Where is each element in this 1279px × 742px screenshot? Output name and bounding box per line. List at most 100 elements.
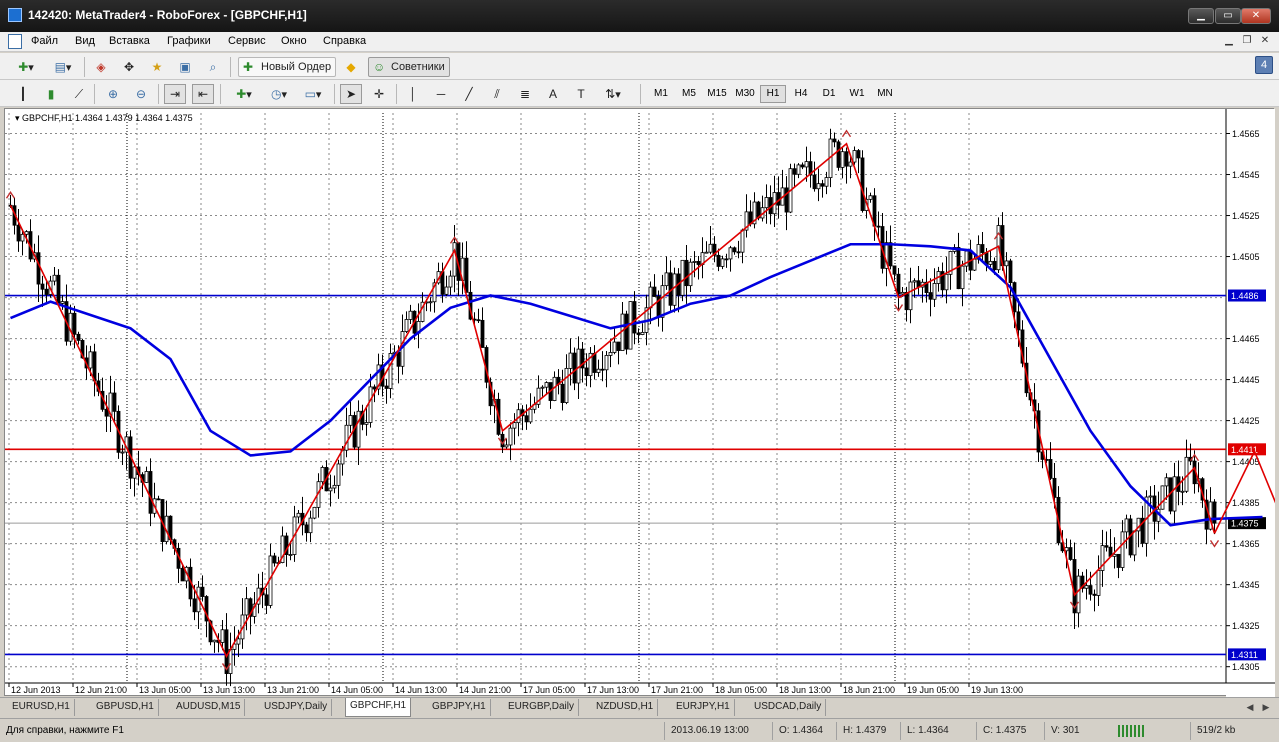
- text-tool-icon[interactable]: A: [542, 84, 564, 104]
- candle-body: [1068, 547, 1073, 560]
- chart-dropdown-icon[interactable]: ▾: [15, 113, 20, 123]
- crosshair-icon[interactable]: ✛: [368, 84, 390, 104]
- tab-usdcad-daily[interactable]: USDCAD,Daily: [750, 699, 827, 716]
- candle-body: [404, 319, 409, 332]
- fibonacci-icon[interactable]: ≣: [514, 84, 536, 104]
- menu-tools[interactable]: Сервис: [228, 35, 266, 47]
- timeframe-m30[interactable]: M30: [732, 85, 758, 103]
- candle-body: [728, 247, 733, 260]
- menu-help[interactable]: Справка: [323, 35, 366, 47]
- indicators-icon[interactable]: ✚▾: [228, 84, 260, 104]
- equidistant-channel-icon[interactable]: ⫽: [486, 84, 508, 104]
- timeframe-w1[interactable]: W1: [844, 85, 870, 103]
- timeframe-m1[interactable]: M1: [648, 85, 674, 103]
- candle-body: [36, 252, 41, 285]
- auto-scroll-icon[interactable]: ⇥: [164, 84, 186, 104]
- menu-view[interactable]: Вид: [75, 35, 95, 47]
- candle-body: [852, 150, 857, 163]
- zoom-in-icon[interactable]: ⊕: [102, 84, 124, 104]
- chart-window[interactable]: 12 Jun 2013 12 Jun 21:00 13 Jun 05:00 13 Ju…: [4, 108, 1275, 697]
- status-high: H: 1.4379: [836, 722, 900, 740]
- timeframe-d1[interactable]: D1: [816, 85, 842, 103]
- status-volume: V: 301: [1044, 722, 1114, 740]
- price-level-badge-label: 1.4311: [1231, 650, 1258, 660]
- zoom-out-icon[interactable]: ⊖: [130, 84, 152, 104]
- tabs-scroll-right-icon[interactable]: ▶: [1260, 700, 1272, 714]
- profiles-icon[interactable]: ▤▾: [48, 57, 78, 77]
- candle-body: [660, 285, 665, 318]
- timeframe-m5[interactable]: M5: [676, 85, 702, 103]
- tab-gbpusd-h1[interactable]: GBPUSD,H1: [92, 699, 159, 716]
- candle-body: [220, 629, 225, 643]
- timeframe-h4[interactable]: H4: [788, 85, 814, 103]
- candle-body: [796, 164, 801, 175]
- mdi-restore-icon[interactable]: ❐: [1240, 35, 1254, 48]
- candle-body: [308, 517, 313, 534]
- candle-body: [428, 301, 433, 304]
- candle-body: [724, 258, 729, 261]
- tab-gbpjpy-h1[interactable]: GBPJPY,H1: [428, 699, 491, 716]
- close-button[interactable]: ✕: [1241, 8, 1271, 24]
- chart-doc-icon[interactable]: [8, 34, 22, 49]
- mdi-minimize-icon[interactable]: ▁: [1222, 35, 1236, 48]
- tab-audusd-m15[interactable]: AUDUSD,M15: [172, 699, 246, 716]
- tab-nzdusd-h1[interactable]: NZDUSD,H1: [592, 699, 659, 716]
- data-window-icon[interactable]: ✥: [118, 57, 140, 77]
- time-tick-label: 12 Jun 21:00: [75, 685, 127, 695]
- candle-body: [132, 466, 137, 479]
- metaeditor-icon[interactable]: ◆: [340, 57, 362, 77]
- candle-body: [120, 451, 125, 454]
- candlestick-icon[interactable]: ▮: [40, 84, 62, 104]
- candle-body: [616, 341, 621, 351]
- arrows-icon[interactable]: ⇅▾: [598, 84, 628, 104]
- price-tick-label: 1.4325: [1232, 621, 1260, 631]
- experts-button[interactable]: ☺ Советники: [368, 57, 450, 77]
- terminal-icon[interactable]: ▣: [174, 57, 196, 77]
- market-watch-icon[interactable]: ◈: [90, 57, 112, 77]
- menu-window[interactable]: Окно: [281, 35, 307, 47]
- price-tick-label: 1.4345: [1232, 580, 1260, 590]
- text-label-icon[interactable]: T: [570, 84, 592, 104]
- time-tick-label: 18 Jun 21:00: [843, 685, 895, 695]
- new-chart-icon[interactable]: ✚▾: [10, 57, 42, 77]
- notification-badge[interactable]: 4: [1255, 56, 1273, 74]
- tab-eurusd-h1[interactable]: EURUSD,H1: [8, 699, 75, 716]
- menu-insert[interactable]: Вставка: [109, 35, 150, 47]
- mdi-close-icon[interactable]: ✕: [1258, 35, 1272, 48]
- candle-body: [840, 151, 845, 168]
- candle-body: [1180, 490, 1185, 493]
- vertical-line-icon[interactable]: │: [402, 84, 424, 104]
- candle-body: [332, 484, 337, 489]
- candle-body: [1092, 593, 1097, 596]
- tabs-scroll-left-icon[interactable]: ◀: [1244, 700, 1256, 714]
- templates-icon[interactable]: ▭▾: [298, 84, 328, 104]
- navigator-icon[interactable]: ★: [146, 57, 168, 77]
- timeframe-m15[interactable]: M15: [704, 85, 730, 103]
- price-chart[interactable]: 12 Jun 2013 12 Jun 21:00 13 Jun 05:00 13 Ju…: [5, 109, 1275, 697]
- price-tick-label: 1.4445: [1232, 375, 1260, 385]
- new-order-button[interactable]: ✚ Новый Ордер: [238, 57, 337, 77]
- minimize-button[interactable]: ▁: [1188, 8, 1214, 24]
- chart-shift-icon[interactable]: ⇤: [192, 84, 214, 104]
- maximize-button[interactable]: ▭: [1215, 8, 1241, 24]
- periods-icon[interactable]: ◷▾: [264, 84, 294, 104]
- line-chart-icon[interactable]: ⟋: [68, 84, 90, 104]
- menu-file[interactable]: Файл: [31, 35, 58, 47]
- strategy-tester-icon[interactable]: ⌕: [202, 57, 224, 77]
- timeframe-h1[interactable]: H1: [760, 85, 786, 103]
- trendline-icon[interactable]: ╱: [458, 84, 480, 104]
- candle-body: [604, 355, 609, 371]
- candle-body: [764, 197, 769, 209]
- tab-eurgbp-daily[interactable]: EURGBP,Daily: [504, 699, 579, 716]
- mt4-window: 142420: MetaTrader4 - RoboForex - [GBPCH…: [0, 0, 1279, 742]
- cursor-icon[interactable]: ➤: [340, 84, 362, 104]
- bar-chart-icon[interactable]: ┃: [12, 84, 34, 104]
- timeframe-mn[interactable]: MN: [872, 85, 898, 103]
- candle-body: [612, 341, 617, 353]
- horizontal-line-icon[interactable]: ─: [430, 84, 452, 104]
- tab-eurjpy-h1[interactable]: EURJPY,H1: [672, 699, 735, 716]
- tab-usdjpy-daily[interactable]: USDJPY,Daily: [260, 699, 333, 716]
- tab-gbpchf-h1[interactable]: GBPCHF,H1: [345, 698, 412, 717]
- menu-charts[interactable]: Графики: [167, 35, 211, 47]
- candle-body: [624, 313, 629, 350]
